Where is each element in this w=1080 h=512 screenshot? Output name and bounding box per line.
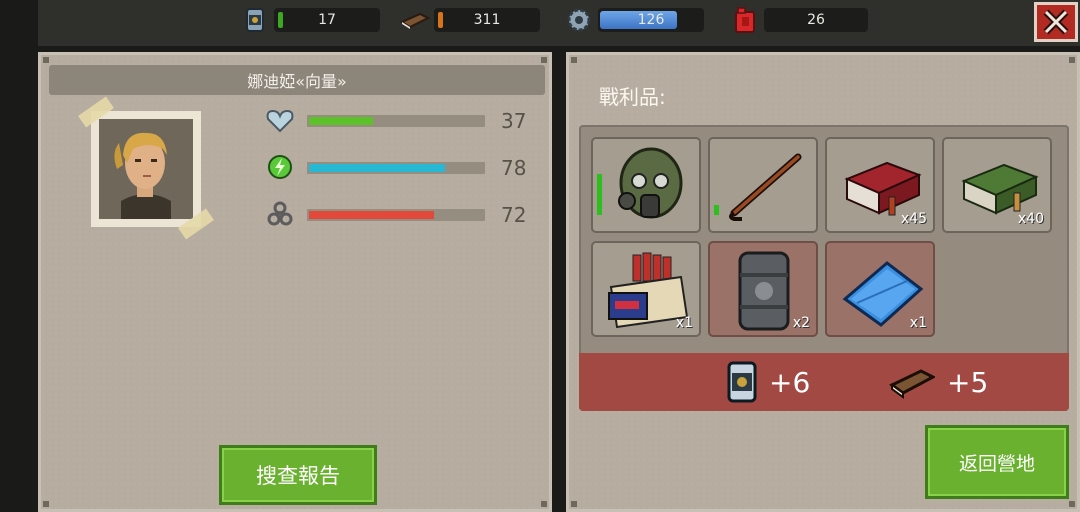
reward-wood: +5 bbox=[889, 365, 988, 399]
energy-bar bbox=[307, 162, 485, 174]
fuel-canister-icon bbox=[730, 6, 760, 34]
fuel-value: 26 bbox=[807, 12, 825, 28]
wood-value: 311 bbox=[473, 12, 501, 28]
parts-value: 126 bbox=[637, 12, 665, 28]
fuel-counter: 26 bbox=[764, 8, 868, 32]
canned-food-icon bbox=[240, 6, 270, 34]
search-report-button[interactable]: 搜查報告 bbox=[219, 445, 377, 505]
loot-slot-blue-tarp[interactable]: x1 bbox=[825, 241, 935, 337]
red-ammo-box-qty: x45 bbox=[900, 211, 927, 227]
fuel-resource: 26 bbox=[730, 6, 868, 34]
return-to-camp-label: 返回營地 bbox=[958, 452, 1035, 475]
loot-slot-gas-mask[interactable] bbox=[591, 137, 701, 233]
parts-resource: 126 bbox=[564, 6, 704, 34]
radiation-fill bbox=[309, 211, 435, 219]
loot-title: 戰利品: bbox=[599, 85, 666, 109]
gear-icon bbox=[564, 6, 594, 34]
health-fill bbox=[309, 117, 374, 125]
wood-resource: 311 bbox=[400, 6, 540, 34]
canned-food-icon bbox=[727, 361, 757, 403]
radiation-icon bbox=[263, 200, 297, 230]
health-bar bbox=[307, 115, 485, 127]
loot-panel: 戰利品: x45 x40 x1 x2 x1 +6 +5 返回營地 bbox=[566, 52, 1080, 512]
radiation-bar bbox=[307, 209, 485, 221]
loot-slot-green-ammo-box[interactable]: x40 bbox=[942, 137, 1052, 233]
blue-tarp-qty: x1 bbox=[909, 315, 927, 331]
loot-slot-red-ammo-box[interactable]: x45 bbox=[825, 137, 935, 233]
reward-wood-value: +5 bbox=[947, 365, 989, 399]
energy-fill bbox=[309, 164, 445, 172]
search-report-label: 搜查報告 bbox=[256, 464, 340, 488]
food-value: 17 bbox=[318, 12, 336, 28]
energy-icon bbox=[263, 153, 297, 183]
reward-food-value: +6 bbox=[769, 365, 811, 399]
wood-counter: 311 bbox=[434, 8, 540, 32]
crowbar-icon bbox=[729, 153, 802, 221]
character-panel: 娜迪婭«向量» 37 78 72 搜查報告 bbox=[38, 52, 552, 512]
wood-plank-icon bbox=[400, 6, 430, 34]
loot-slot-crowbar[interactable] bbox=[708, 137, 818, 233]
food-resource: 17 bbox=[240, 6, 380, 34]
radiation-value: 72 bbox=[501, 203, 527, 227]
crowbar-durability bbox=[714, 205, 719, 215]
metal-barrel-qty: x2 bbox=[792, 315, 810, 331]
character-name: 娜迪婭«向量» bbox=[247, 72, 347, 91]
health-stat: 37 bbox=[263, 106, 533, 136]
loot-slot-shotgun-shells[interactable]: x1 bbox=[591, 241, 701, 337]
avatar bbox=[99, 119, 193, 219]
character-portrait[interactable] bbox=[78, 96, 214, 240]
close-button[interactable] bbox=[1034, 2, 1078, 42]
radiation-stat: 72 bbox=[263, 200, 533, 230]
resource-bar: 17 311 126 26 bbox=[38, 0, 1080, 46]
character-name-banner: 娜迪婭«向量» bbox=[49, 65, 545, 95]
close-icon bbox=[1043, 9, 1069, 35]
reward-food: +6 bbox=[727, 361, 810, 403]
health-value: 37 bbox=[501, 109, 527, 133]
gas-mask-icon bbox=[618, 147, 683, 219]
loot-slot-metal-barrel[interactable]: x2 bbox=[708, 241, 818, 337]
parts-counter: 126 bbox=[598, 8, 704, 32]
shotgun-shells-qty: x1 bbox=[675, 315, 693, 331]
wood-plank-icon bbox=[889, 369, 935, 399]
heart-icon bbox=[263, 106, 297, 136]
energy-value: 78 bbox=[501, 156, 527, 180]
energy-stat: 78 bbox=[263, 153, 533, 183]
gas-mask-durability bbox=[597, 174, 602, 215]
green-ammo-box-qty: x40 bbox=[1017, 211, 1044, 227]
reward-bar: +6 +5 bbox=[579, 353, 1069, 411]
food-counter: 17 bbox=[274, 8, 380, 32]
return-to-camp-button[interactable]: 返回營地 bbox=[925, 425, 1069, 499]
